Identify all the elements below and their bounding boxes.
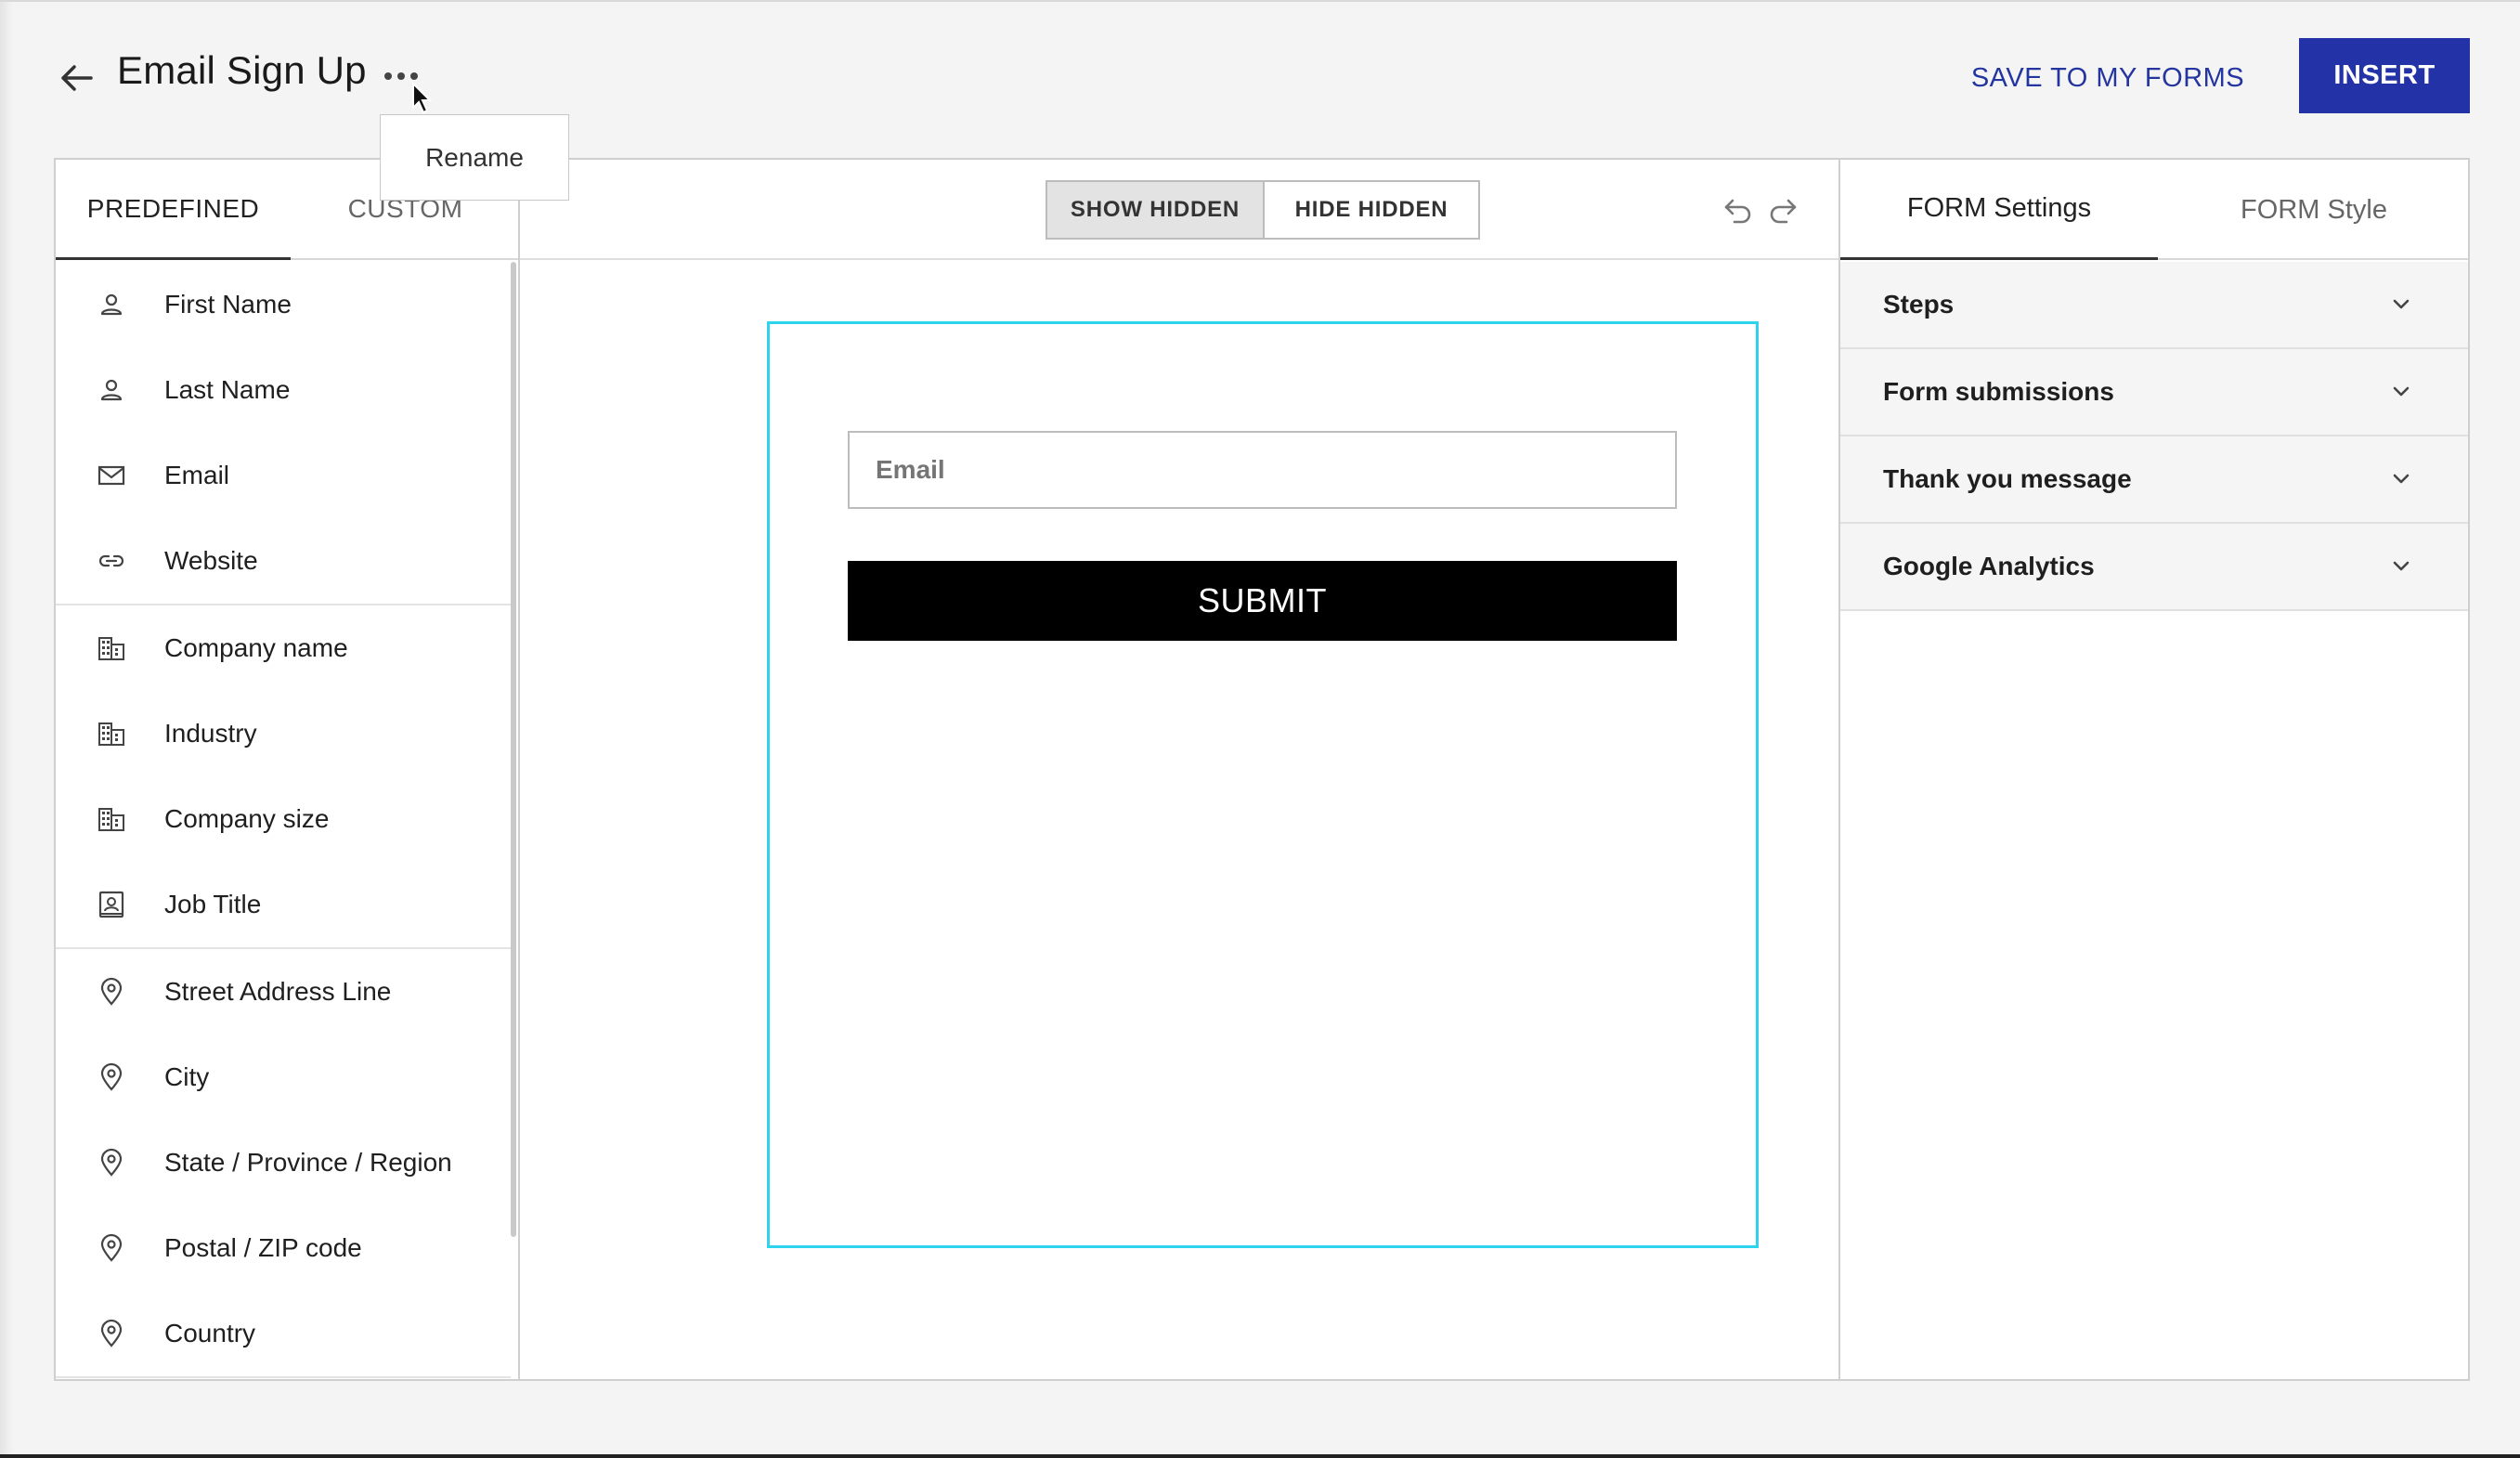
accordion-google-analytics[interactable]: Google Analytics	[1840, 524, 2468, 611]
accordion-form-submissions[interactable]: Form submissions	[1840, 349, 2468, 436]
field-label: Email	[164, 461, 230, 489]
hide-hidden-button[interactable]: HIDE HIDDEN	[1265, 182, 1478, 238]
location-pin-icon	[97, 977, 126, 1007]
form-settings-panel: FORM Settings FORM Style Steps Form subm…	[1838, 160, 2468, 1379]
tab-form-style[interactable]: FORM Style	[2158, 160, 2470, 260]
field-label: Industry	[164, 719, 257, 748]
back-arrow-icon[interactable]	[56, 58, 97, 98]
form-canvas-area: SHOW HIDDEN HIDE HIDDEN SUBMIT	[520, 160, 1838, 1379]
field-first-name[interactable]: First Name	[56, 262, 511, 347]
building-icon	[97, 804, 126, 834]
field-label: Postal / ZIP code	[164, 1233, 362, 1262]
form-title: Email Sign Up	[117, 48, 367, 92]
tab-form-settings[interactable]: FORM Settings	[1840, 160, 2158, 260]
field-industry[interactable]: Industry	[56, 691, 511, 776]
id-badge-icon	[97, 890, 126, 919]
person-icon	[97, 290, 126, 319]
field-label: Last Name	[164, 375, 291, 404]
chevron-down-icon	[2388, 292, 2414, 318]
insert-button[interactable]: INSERT	[2299, 38, 2470, 113]
window-edge-shadow	[0, 0, 13, 1458]
accordion-steps[interactable]: Steps	[1840, 262, 2468, 349]
location-pin-icon	[97, 1062, 126, 1092]
envelope-icon	[97, 461, 126, 490]
accordion-label: Google Analytics	[1883, 552, 2095, 580]
building-icon	[97, 719, 126, 749]
field-postal-zip[interactable]: Postal / ZIP code	[56, 1205, 511, 1291]
link-icon	[97, 546, 126, 576]
person-icon	[97, 375, 126, 405]
field-company-size[interactable]: Company size	[56, 776, 511, 862]
field-library-panel: PREDEFINED CUSTOM First Name Last Name E…	[56, 160, 520, 1379]
chevron-down-icon	[2388, 466, 2414, 492]
field-label: Company size	[164, 804, 330, 833]
header: Email Sign Up SAVE TO MY FORMS INSERT	[0, 0, 2520, 158]
chevron-down-icon	[2388, 379, 2414, 405]
save-to-my-forms-button[interactable]: SAVE TO MY FORMS	[1968, 58, 2247, 98]
accordion-label: Steps	[1883, 290, 1955, 319]
settings-tabs: FORM Settings FORM Style	[1840, 160, 2468, 260]
field-list-scrollbar[interactable]	[511, 262, 516, 1237]
field-label: City	[164, 1062, 210, 1091]
mouse-cursor-icon	[411, 81, 435, 115]
settings-accordion: Steps Form submissions Thank you message…	[1840, 262, 2468, 611]
field-label: State / Province / Region	[164, 1148, 452, 1177]
submit-button[interactable]: SUBMIT	[848, 561, 1677, 641]
canvas-toolbar: SHOW HIDDEN HIDE HIDDEN	[520, 160, 1838, 260]
location-pin-icon	[97, 1319, 126, 1348]
redo-icon[interactable]	[1766, 193, 1799, 227]
show-hidden-button[interactable]: SHOW HIDDEN	[1047, 182, 1265, 238]
field-state-province-region[interactable]: State / Province / Region	[56, 1120, 511, 1205]
field-last-name[interactable]: Last Name	[56, 347, 511, 433]
hidden-fields-toggle: SHOW HIDDEN HIDE HIDDEN	[1046, 180, 1480, 240]
email-field[interactable]	[848, 431, 1677, 509]
location-pin-icon	[97, 1233, 126, 1263]
field-website[interactable]: Website	[56, 518, 511, 605]
rename-menu-item[interactable]: Rename	[381, 115, 568, 200]
building-icon	[97, 633, 126, 663]
accordion-label: Form submissions	[1883, 377, 2114, 406]
chevron-down-icon	[2388, 553, 2414, 579]
field-company-name[interactable]: Company name	[56, 605, 511, 691]
field-label: First Name	[164, 290, 292, 319]
undo-icon[interactable]	[1721, 193, 1755, 227]
field-label: Website	[164, 546, 258, 575]
field-label: Street Address Line	[164, 977, 392, 1006]
field-label: Job Title	[164, 890, 262, 918]
form-preview[interactable]: SUBMIT	[767, 321, 1759, 1248]
field-city[interactable]: City	[56, 1035, 511, 1120]
field-label: Company name	[164, 633, 348, 662]
accordion-label: Thank you message	[1883, 464, 2132, 493]
field-street-address[interactable]: Street Address Line	[56, 949, 511, 1035]
accordion-thank-you-message[interactable]: Thank you message	[1840, 436, 2468, 524]
location-pin-icon	[97, 1148, 126, 1178]
field-email[interactable]: Email	[56, 433, 511, 518]
title-options-menu: Rename	[380, 114, 569, 201]
field-label: Country	[164, 1319, 256, 1347]
tab-predefined[interactable]: PREDEFINED	[56, 160, 291, 260]
field-country[interactable]: Country	[56, 1291, 511, 1378]
editor-frame: PREDEFINED CUSTOM First Name Last Name E…	[54, 158, 2470, 1381]
field-job-title[interactable]: Job Title	[56, 862, 511, 949]
field-list: First Name Last Name Email Website Compa…	[56, 262, 511, 1378]
bottom-edge	[0, 1454, 2520, 1458]
